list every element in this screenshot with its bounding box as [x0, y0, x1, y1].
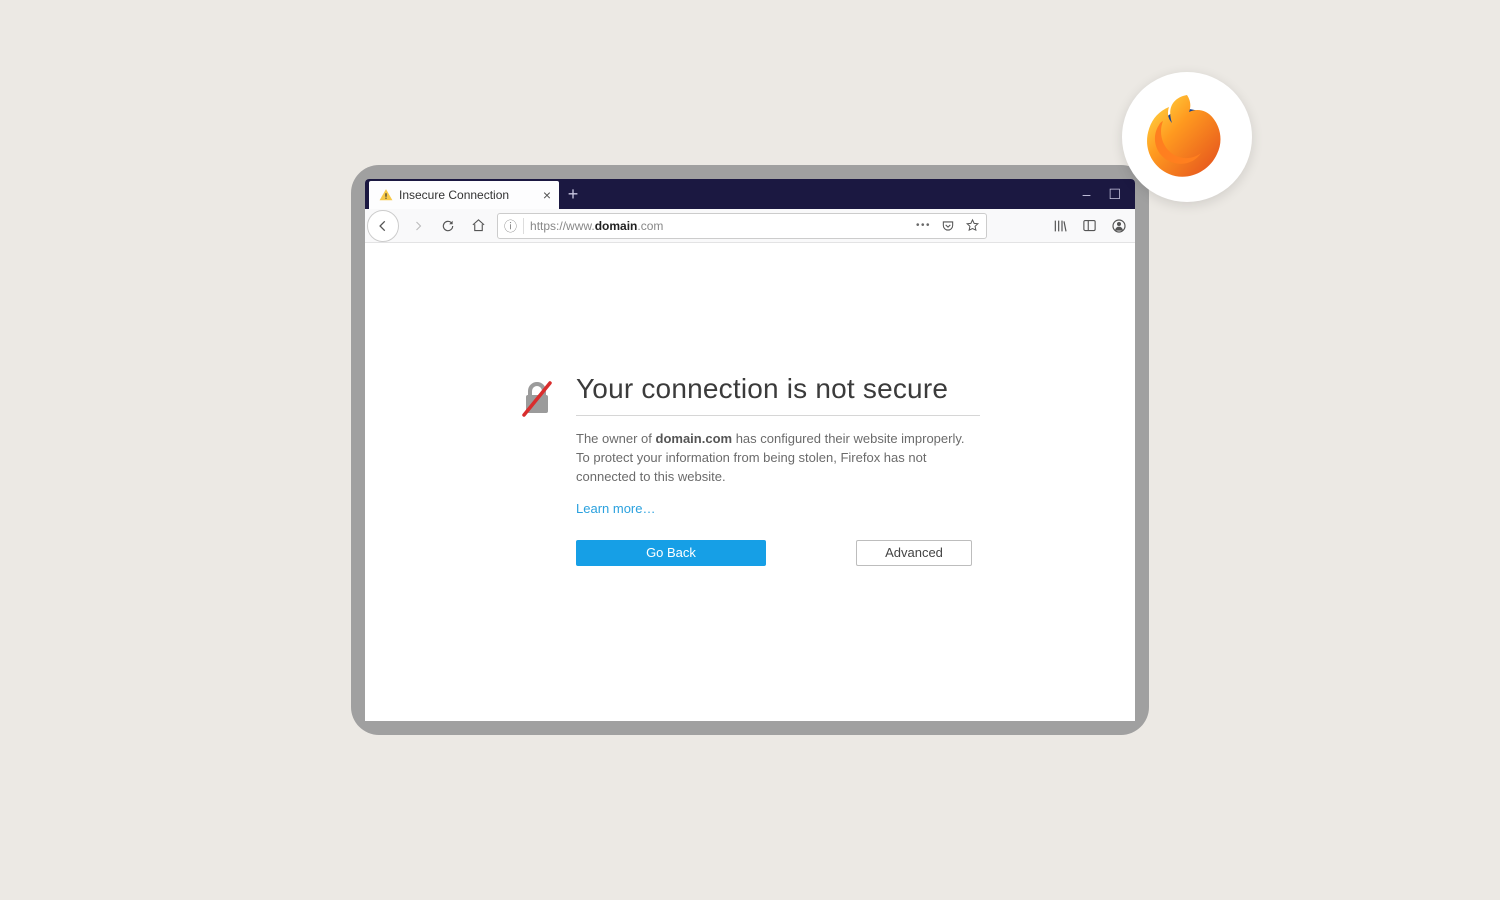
separator — [523, 218, 524, 234]
advanced-button[interactable]: Advanced — [856, 540, 972, 566]
go-back-button[interactable]: Go Back — [576, 540, 766, 566]
button-row: Go Back Advanced — [576, 540, 980, 566]
page-actions-icon[interactable]: ••• — [916, 220, 931, 231]
firefox-icon — [1137, 87, 1237, 187]
error-block: Your connection is not secure The owner … — [520, 373, 980, 721]
new-tab-button[interactable]: + — [559, 179, 587, 209]
error-title: Your connection is not secure — [576, 373, 980, 416]
device-frame: Insecure Connection × + – ☐ — [351, 165, 1149, 735]
minimize-button[interactable]: – — [1083, 186, 1091, 202]
forward-button — [407, 215, 429, 237]
plus-icon: + — [568, 184, 579, 205]
insecure-lock-icon — [520, 373, 554, 721]
site-info-icon[interactable]: ⓘ — [504, 216, 517, 235]
warning-icon — [379, 188, 393, 202]
browser-window: Insecure Connection × + – ☐ — [365, 179, 1135, 721]
error-content: Your connection is not secure The owner … — [576, 373, 980, 721]
maximize-button[interactable]: ☐ — [1108, 186, 1121, 203]
firefox-logo-badge — [1122, 72, 1252, 202]
tab-title: Insecure Connection — [399, 188, 509, 202]
tab-strip: Insecure Connection × + – ☐ — [365, 179, 1135, 209]
reload-button[interactable] — [437, 215, 459, 237]
pocket-icon[interactable] — [941, 219, 955, 233]
back-button[interactable] — [367, 210, 399, 242]
sidebar-icon[interactable] — [1082, 218, 1097, 233]
address-bar[interactable]: ⓘ https://www.domain.com ••• — [497, 213, 987, 239]
close-tab-icon[interactable]: × — [543, 187, 551, 203]
toolbar: ⓘ https://www.domain.com ••• — [365, 209, 1135, 243]
bookmark-star-icon[interactable] — [965, 218, 980, 233]
learn-more-link[interactable]: Learn more… — [576, 501, 655, 516]
library-icon[interactable] — [1052, 218, 1068, 234]
active-tab[interactable]: Insecure Connection × — [369, 181, 559, 209]
account-icon[interactable] — [1111, 218, 1127, 234]
error-page: Your connection is not secure The owner … — [365, 243, 1135, 721]
window-controls: – ☐ — [1083, 179, 1135, 209]
url-text: https://www.domain.com — [530, 219, 910, 233]
toolbar-right — [1052, 218, 1127, 234]
home-button[interactable] — [467, 215, 489, 237]
error-body: The owner of domain.com has configured t… — [576, 430, 980, 487]
